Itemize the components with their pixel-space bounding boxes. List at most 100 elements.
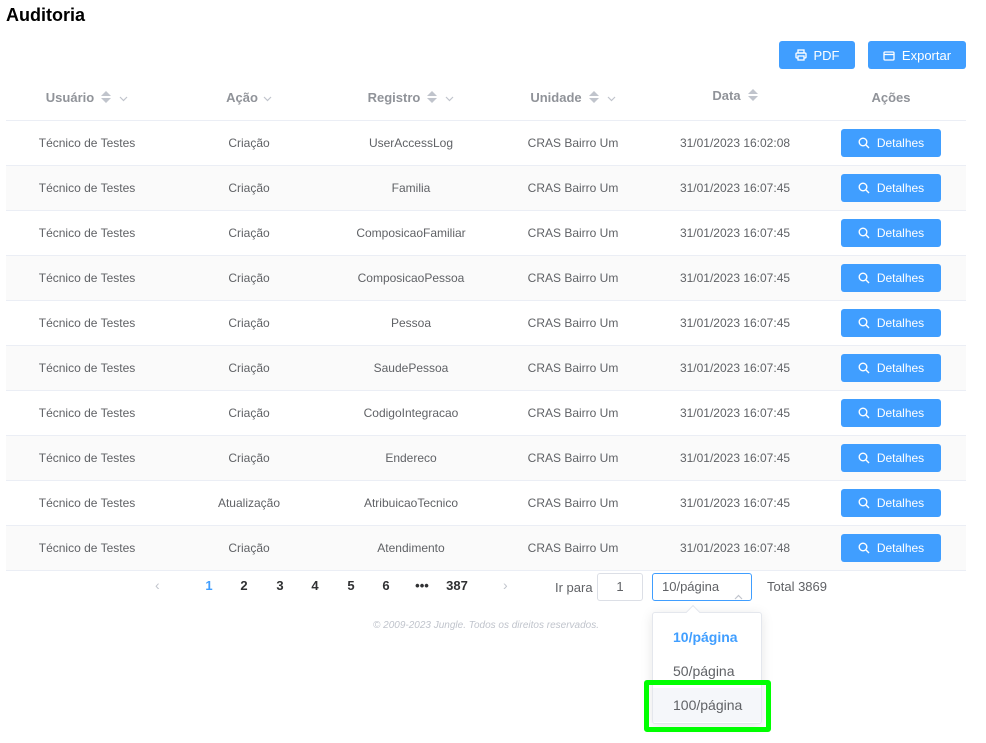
table-row: Técnico de Testes Criação Pessoa CRAS Ba… [6,300,966,346]
details-button-label: Detalhes [876,225,925,240]
sort-icon[interactable] [747,89,758,102]
cell-unidade: CRAS Bairro Um [492,435,654,481]
cell-acao: Criação [168,120,330,166]
details-button[interactable]: Detalhes [841,308,941,337]
filter-chevron-icon[interactable] [607,90,616,105]
column-header-acoes-label: Ações [871,89,911,105]
page-number[interactable]: 5 [336,578,366,593]
cell-unidade: CRAS Bairro Um [492,210,654,256]
details-button-label: Detalhes [876,180,925,195]
page-number[interactable]: 6 [371,578,401,593]
column-header-usuario-label: Usuário [45,89,95,105]
cell-unidade: CRAS Bairro Um [492,165,654,211]
cell-unidade: CRAS Bairro Um [492,390,654,436]
cell-unidade: CRAS Bairro Um [492,345,654,391]
column-header-acoes: Ações [816,75,966,121]
cell-acao: Criação [168,525,330,571]
column-header-acao[interactable]: Ação [168,75,330,121]
page-number[interactable]: 3 [265,578,295,593]
table-row: Técnico de Testes Criação Familia CRAS B… [6,165,966,211]
sort-icon[interactable] [101,91,112,104]
cell-data: 31/01/2023 16:07:45 [654,435,816,481]
column-header-usuario[interactable]: Usuário [6,75,168,121]
page-size-option[interactable]: 50/página [653,654,761,688]
cell-unidade: CRAS Bairro Um [492,255,654,301]
cell-registro: Endereco [330,435,492,481]
page-number[interactable]: 4 [300,578,330,593]
cell-registro: Familia [330,165,492,211]
prev-page-button[interactable]: ‹ [155,577,160,593]
cell-usuario: Técnico de Testes [6,165,168,211]
cell-acao: Atualização [168,480,330,526]
details-button-label: Detalhes [876,540,925,555]
details-button[interactable]: Detalhes [841,443,941,472]
page-size-select[interactable]: 10/página [652,573,752,601]
page-size-option[interactable]: 10/página [653,620,761,654]
goto-page-input[interactable]: 1 [597,573,643,601]
page-size-option[interactable]: 100/página [653,688,761,722]
cell-acoes: Detalhes [816,345,966,391]
table-row: Técnico de Testes Criação SaudePessoa CR… [6,345,966,391]
column-header-registro[interactable]: Registro [330,75,492,121]
cell-unidade: CRAS Bairro Um [492,525,654,571]
page-number[interactable]: 387 [442,578,472,593]
next-page-button[interactable]: › [503,577,508,593]
cell-unidade: CRAS Bairro Um [492,480,654,526]
table-row: Técnico de Testes Criação UserAccessLog … [6,120,966,166]
search-icon [858,452,870,464]
cell-acoes: Detalhes [816,435,966,481]
audit-table: Usuário Ação Registro Unidade Data Ações… [6,75,966,571]
sort-icon[interactable] [588,91,599,104]
cell-acao: Criação [168,210,330,256]
cell-acoes: Detalhes [816,390,966,436]
search-icon [858,362,870,374]
export-button[interactable]: Exportar [868,41,966,69]
column-header-unidade[interactable]: Unidade [492,75,654,121]
table-row: Técnico de Testes Criação ComposicaoFami… [6,210,966,256]
search-icon [858,272,870,284]
cell-acoes: Detalhes [816,525,966,571]
search-icon [858,317,870,329]
total-count: Total 3869 [767,579,827,594]
details-button[interactable]: Detalhes [841,398,941,427]
printer-icon [794,49,807,61]
table-row: Técnico de Testes Criação Atendimento CR… [6,525,966,571]
page-number[interactable]: 1 [194,578,224,593]
column-header-registro-label: Registro [367,89,421,105]
goto-label: Ir para [555,580,593,595]
cell-acao: Criação [168,255,330,301]
cell-registro: Pessoa [330,300,492,346]
details-button[interactable]: Detalhes [841,488,941,517]
details-button[interactable]: Detalhes [841,218,941,247]
details-button[interactable]: Detalhes [841,353,941,382]
export-button-label: Exportar [901,47,952,63]
search-icon [858,497,870,509]
details-button-label: Detalhes [876,135,925,150]
cell-acao: Criação [168,165,330,211]
filter-chevron-icon[interactable] [263,90,272,105]
column-header-acao-label: Ação [226,89,258,105]
filter-chevron-icon[interactable] [119,90,128,105]
pagination: ‹ 1 2 3 4 5 6 ••• 387 › Ir para 1 10/pág… [0,573,986,601]
filter-chevron-icon[interactable] [445,90,454,105]
cell-usuario: Técnico de Testes [6,525,168,571]
details-button[interactable]: Detalhes [841,263,941,292]
cell-registro: SaudePessoa [330,345,492,391]
cell-usuario: Técnico de Testes [6,390,168,436]
cell-registro: AtribuicaoTecnico [330,480,492,526]
dropdown-arrow [685,604,701,620]
pdf-button-label: PDF [813,47,840,63]
details-button[interactable]: Detalhes [841,173,941,202]
column-header-data[interactable]: Data [654,75,816,121]
cell-data: 31/01/2023 16:02:08 [654,120,816,166]
details-button[interactable]: Detalhes [841,128,941,157]
details-button[interactable]: Detalhes [841,533,941,562]
sort-icon[interactable] [427,91,438,104]
pdf-button[interactable]: PDF [779,41,855,69]
page-number[interactable]: 2 [229,578,259,593]
cell-data: 31/01/2023 16:07:45 [654,165,816,211]
search-icon [858,407,870,419]
cell-data: 31/01/2023 16:07:45 [654,480,816,526]
cell-data: 31/01/2023 16:07:45 [654,210,816,256]
page-ellipsis[interactable]: ••• [407,578,437,593]
